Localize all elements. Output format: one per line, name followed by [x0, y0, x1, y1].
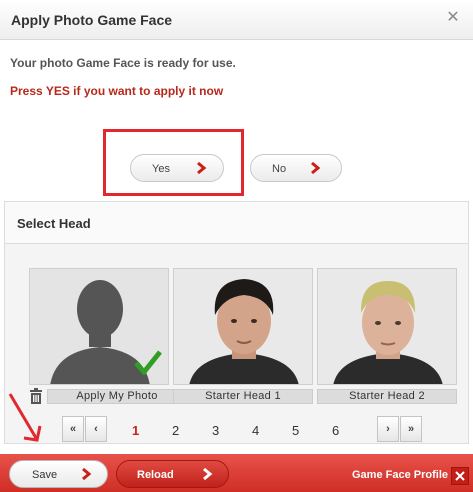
head-label-starter-1: Starter Head 1 [173, 389, 313, 404]
reload-label: Reload [137, 469, 174, 481]
reload-button[interactable]: Reload [116, 460, 229, 488]
head-label-apply-my-photo: Apply My Photo [47, 389, 187, 404]
head-card-starter-2[interactable] [317, 268, 457, 385]
panel-header: Select Head [5, 202, 468, 244]
head-card-apply-my-photo[interactable] [29, 268, 169, 385]
save-button[interactable]: Save [9, 460, 108, 488]
first-page-button[interactable]: « [62, 416, 84, 442]
dialog-header: Apply Photo Game Face ✕ [0, 0, 473, 40]
checkmark-icon [134, 350, 162, 375]
page-3[interactable]: 3 [212, 423, 219, 438]
yes-button[interactable]: Yes [130, 154, 224, 182]
chevron-right-icon [203, 467, 213, 481]
no-label: No [272, 163, 287, 175]
footer-bar: Save Reload Game Face Profile [0, 454, 473, 492]
chevron-right-icon [311, 161, 321, 175]
apply-prompt: Press YES if you want to apply it now [10, 84, 224, 98]
starter-head-1-image [189, 279, 299, 384]
save-label: Save [32, 469, 58, 481]
game-face-profile-label[interactable]: Game Face Profile [352, 469, 448, 481]
page-5[interactable]: 5 [292, 423, 299, 438]
page-1[interactable]: 1 [132, 423, 139, 438]
select-head-panel: Select Head Apply My Photo Starter Head … [4, 201, 469, 444]
page-6[interactable]: 6 [332, 423, 339, 438]
close-icon[interactable] [451, 467, 469, 485]
chevron-right-icon [82, 467, 92, 481]
next-page-button[interactable]: › [377, 416, 399, 442]
ready-message: Your photo Game Face is ready for use. [10, 56, 236, 70]
close-icon[interactable]: ✕ [444, 9, 462, 27]
last-page-button[interactable]: » [400, 416, 422, 442]
page-4[interactable]: 4 [252, 423, 259, 438]
no-button[interactable]: No [250, 154, 342, 182]
yes-label: Yes [152, 163, 170, 175]
red-arrow-annotation [8, 393, 42, 442]
select-head-title: Select Head [17, 216, 91, 231]
dialog-title: Apply Photo Game Face [11, 12, 173, 28]
head-card-starter-1[interactable] [173, 268, 313, 385]
chevron-right-icon [197, 161, 207, 175]
head-label-starter-2: Starter Head 2 [317, 389, 457, 404]
prev-page-button[interactable]: ‹ [85, 416, 107, 442]
starter-head-2-image [333, 281, 443, 384]
page-2[interactable]: 2 [172, 423, 179, 438]
